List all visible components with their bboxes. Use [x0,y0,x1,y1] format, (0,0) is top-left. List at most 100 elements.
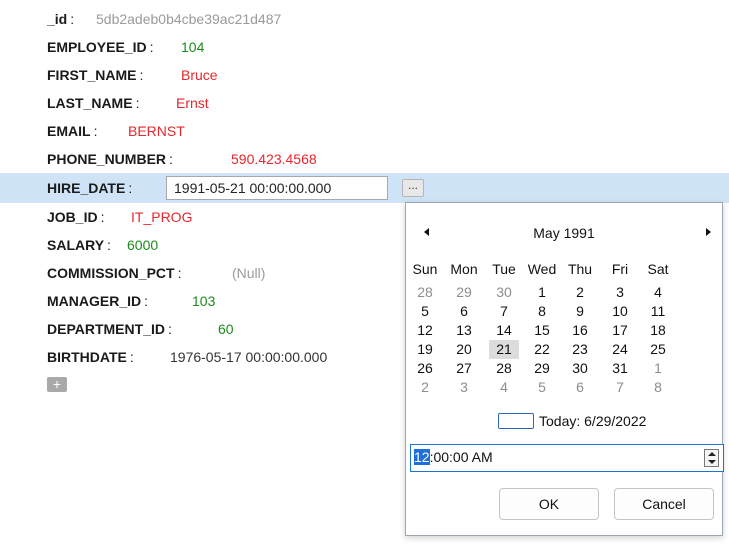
calendar-day[interactable]: 31 [604,359,636,378]
calendar-day[interactable]: 2 [564,283,596,302]
calendar-day[interactable]: 1 [642,359,674,378]
spin-down-icon[interactable] [708,460,716,464]
calendar-day[interactable]: 28 [488,359,520,378]
field-key: PHONE_NUMBER: [47,151,173,167]
calendar-day[interactable]: 8 [642,378,674,397]
calendar-day[interactable]: 7 [488,302,520,321]
calendar-day[interactable]: 16 [564,321,596,340]
today-marker-icon [498,413,534,429]
weekday-fri: Fri [611,261,629,277]
field-key: _id: [47,11,75,27]
date-picker-button[interactable]: ... [402,179,424,197]
field-value[interactable]: 6000 [127,237,158,253]
add-field-button[interactable]: + [47,377,67,392]
calendar-day[interactable]: 14 [488,321,520,340]
calendar-day[interactable]: 30 [564,359,596,378]
field-value[interactable]: 60 [218,321,234,337]
calendar-day[interactable]: 23 [564,340,596,359]
field-row-phone-number[interactable]: PHONE_NUMBER: 590.423.4568 [0,144,729,174]
calendar-day[interactable]: 8 [526,302,558,321]
field-row-last-name[interactable]: LAST_NAME: Ernst [0,88,729,118]
spin-up-icon[interactable] [708,452,716,456]
field-value[interactable]: BERNST [128,123,185,139]
field-value[interactable]: IT_PROG [131,209,192,225]
calendar-day[interactable]: 29 [448,283,480,302]
calendar-day[interactable]: 10 [604,302,636,321]
calendar-day[interactable]: 25 [642,340,674,359]
calendar-day[interactable]: 15 [526,321,558,340]
calendar-day[interactable]: 12 [409,321,441,340]
field-key: LAST_NAME: [47,95,140,111]
today-link[interactable]: Today: 6/29/2022 [498,411,646,431]
field-key: COMMISSION_PCT: [47,265,182,281]
calendar-day[interactable]: 30 [488,283,520,302]
field-key: MANAGER_ID: [47,293,149,309]
field-value[interactable]: 103 [192,293,215,309]
calendar-day[interactable]: 24 [604,340,636,359]
calendar-header: May 1991 [406,225,722,247]
calendar-day[interactable]: 22 [526,340,558,359]
cancel-button[interactable]: Cancel [614,488,714,520]
next-month-icon[interactable] [706,228,711,236]
calendar-day[interactable]: 13 [448,321,480,340]
calendar-day[interactable]: 6 [564,378,596,397]
calendar-day[interactable]: 9 [564,302,596,321]
calendar-day[interactable]: 3 [448,378,480,397]
hire-date-input[interactable]: 1991-05-21 00:00:00.000 [166,176,388,200]
time-hour-segment[interactable]: 12 [414,449,430,465]
calendar-day[interactable]: 4 [488,378,520,397]
calendar-day[interactable]: 19 [409,340,441,359]
field-key: EMAIL: [47,123,98,139]
field-value[interactable]: 590.423.4568 [231,151,317,167]
date-picker-popup: May 1991 Sun Mon Tue Wed Thu Fri Sat 28 29 30 1 2 3… [405,202,724,536]
field-value[interactable]: 1976-05-17 00:00:00.000 [170,349,327,365]
calendar-day[interactable]: 17 [604,321,636,340]
calendar-day[interactable]: 11 [642,302,674,321]
field-row-first-name[interactable]: FIRST_NAME: Bruce [0,60,729,90]
weekday-sat: Sat [647,261,669,277]
field-value[interactable]: 5db2adeb0b4cbe39ac21d487 [96,11,281,27]
field-row-hire-date[interactable]: HIRE_DATE: 1991-05-21 00:00:00.000 ... [0,173,729,203]
calendar-day[interactable]: 27 [448,359,480,378]
calendar-day[interactable]: 7 [604,378,636,397]
field-key: DEPARTMENT_ID: [47,321,172,337]
field-value[interactable]: Ernst [176,95,209,111]
calendar-day[interactable]: 4 [642,283,674,302]
field-key: SALARY: [47,237,111,253]
calendar-month-title: May 1991 [533,225,595,241]
weekday-tue: Tue [492,261,516,277]
calendar-day[interactable]: 20 [448,340,480,359]
field-key: EMPLOYEE_ID: [47,39,154,55]
field-row-id[interactable]: _id: 5db2adeb0b4cbe39ac21d487 [0,4,729,34]
calendar-day[interactable]: 18 [642,321,674,340]
calendar-day[interactable]: 2 [409,378,441,397]
time-input[interactable]: 12:00:00 AM [410,444,724,472]
field-row-employee-id[interactable]: EMPLOYEE_ID: 104 [0,32,729,62]
field-row-email[interactable]: EMAIL: BERNST [0,116,729,146]
ok-button[interactable]: OK [499,488,599,520]
time-spinner[interactable] [704,449,719,467]
weekday-sun: Sun [412,261,438,277]
today-label: Today: 6/29/2022 [539,413,647,429]
field-key: FIRST_NAME: [47,67,144,83]
weekday-mon: Mon [450,261,478,277]
field-key: HIRE_DATE: [47,180,133,196]
calendar-day[interactable]: 5 [526,378,558,397]
calendar-day[interactable]: 29 [526,359,558,378]
calendar-day[interactable]: 6 [448,302,480,321]
field-key: JOB_ID: [47,209,105,225]
field-value[interactable]: 104 [181,39,204,55]
weekday-thu: Thu [567,261,593,277]
time-value: 12:00:00 AM [414,449,493,465]
calendar-day[interactable]: 3 [604,283,636,302]
calendar-day[interactable]: 28 [409,283,441,302]
calendar-day[interactable]: 5 [409,302,441,321]
field-value[interactable]: (Null) [232,265,265,281]
prev-month-icon[interactable] [424,228,429,236]
field-value[interactable]: Bruce [181,67,218,83]
calendar-day[interactable]: 26 [409,359,441,378]
weekday-wed: Wed [527,261,557,277]
field-key: BIRTHDATE: [47,349,134,365]
calendar-day[interactable]: 1 [526,283,558,302]
calendar-day[interactable]: 21 [489,340,519,359]
